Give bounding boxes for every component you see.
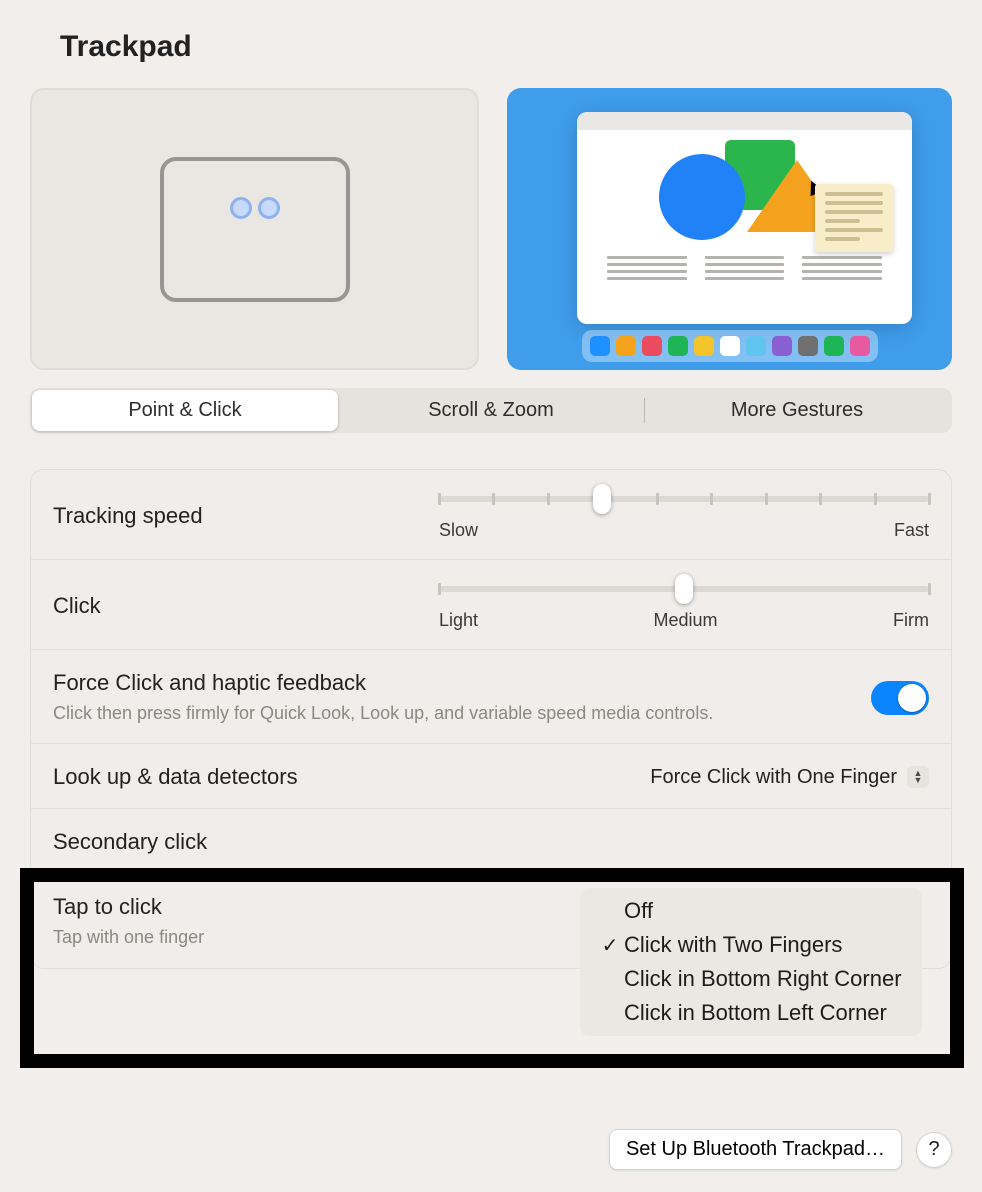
page-title: Trackpad [60,30,952,64]
video-preview [507,88,952,370]
dock-app-icon [798,336,818,356]
dock-app-icon [824,336,844,356]
lookup-row: Look up & data detectors Force Click wit… [31,744,951,809]
tracking-speed-label: Tracking speed [53,503,203,529]
dock-app-icon [616,336,636,356]
tab-scroll-and-zoom[interactable]: Scroll & Zoom [338,390,644,431]
click-strength-row: Click Light Medium Firm [31,560,951,650]
click-strength-slider[interactable]: Light Medium Firm [439,580,929,631]
dock-app-icon [590,336,610,356]
dock-app-icon [694,336,714,356]
dropdown-option[interactable]: Click in Bottom Right Corner [580,962,922,996]
dock-app-icon [772,336,792,356]
dropdown-option-label: Click with Two Fingers [624,932,842,958]
preview-window-toolbar [577,112,912,130]
setup-bluetooth-trackpad-button[interactable]: Set Up Bluetooth Trackpad… [609,1129,902,1170]
slider-knob[interactable] [675,574,693,604]
chevron-up-down-icon: ▲▼ [907,766,929,788]
force-click-toggle[interactable] [871,681,929,715]
lookup-value: Force Click with One Finger [650,766,897,789]
dock-app-icon [850,336,870,356]
tracking-speed-min: Slow [439,520,478,541]
secondary-click-label: Secondary click [53,829,207,855]
dock-app-icon [668,336,688,356]
tab-bar: Point & Click Scroll & Zoom More Gesture… [30,388,952,433]
preview-window [577,112,912,324]
dropdown-option-label: Off [624,898,653,924]
checkmark-icon: ✓ [596,933,624,958]
previews-row [30,88,952,370]
dock-preview [582,330,878,362]
dock-app-icon [720,336,740,356]
slider-knob[interactable] [593,484,611,514]
dock-app-icon [746,336,766,356]
dropdown-option[interactable]: Off [580,894,922,928]
tracking-speed-slider[interactable]: Slow Fast [439,490,929,541]
secondary-click-dropdown[interactable]: Off✓Click with Two FingersClick in Botto… [580,888,922,1036]
click-mid: Medium [654,610,718,631]
dropdown-option-label: Click in Bottom Right Corner [624,966,902,992]
dropdown-option-label: Click in Bottom Left Corner [624,1000,887,1026]
help-button[interactable]: ? [916,1132,952,1168]
trackpad-gesture-preview [30,88,479,370]
finger-dot-icon [230,197,252,219]
tap-to-click-label: Tap to click [53,894,204,920]
tap-to-click-description: Tap with one finger [53,926,204,949]
force-click-label: Force Click and haptic feedback [53,670,713,696]
lookup-select[interactable]: Force Click with One Finger ▲▼ [650,766,929,789]
tab-point-and-click[interactable]: Point & Click [32,390,338,431]
lookup-label: Look up & data detectors [53,764,298,790]
force-click-row: Force Click and haptic feedback Click th… [31,650,951,744]
tab-more-gestures[interactable]: More Gestures [644,390,950,431]
tracking-speed-row: Tracking speed Slow Fast [31,470,951,560]
finger-dot-icon [258,197,280,219]
force-click-description: Click then press firmly for Quick Look, … [53,702,713,725]
trackpad-outline [160,157,350,302]
dock-app-icon [642,336,662,356]
secondary-click-row: Secondary click [31,809,951,874]
dropdown-option[interactable]: ✓Click with Two Fingers [580,928,922,962]
circle-shape-icon [659,154,745,240]
click-strength-label: Click [53,593,101,619]
dropdown-option[interactable]: Click in Bottom Left Corner [580,996,922,1030]
tracking-speed-max: Fast [894,520,929,541]
click-min: Light [439,610,478,631]
click-max: Firm [893,610,929,631]
quicklook-popover [815,184,893,252]
